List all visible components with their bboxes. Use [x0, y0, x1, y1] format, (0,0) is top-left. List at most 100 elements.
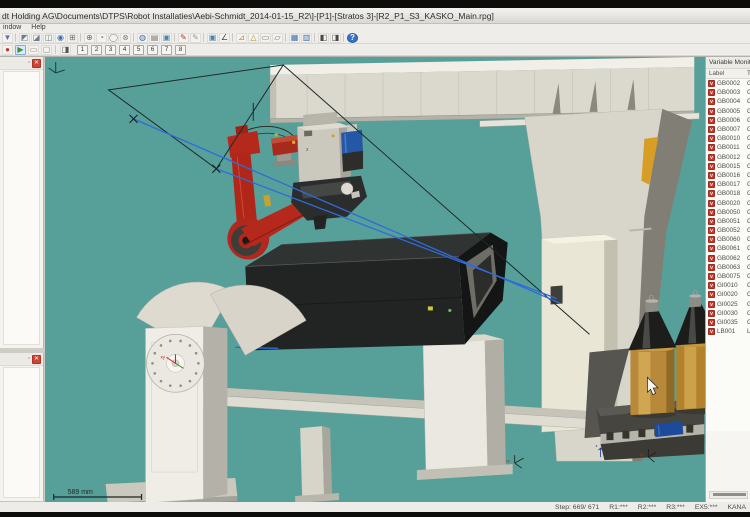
program-slot-button[interactable]: 8: [175, 45, 186, 55]
variable-row[interactable]: V GB0063 G: [706, 263, 750, 272]
program-slot-button[interactable]: 4: [119, 45, 130, 55]
status-item: R3:***: [666, 504, 685, 511]
scrollbar-thumb[interactable]: [713, 493, 746, 496]
variable-row[interactable]: V GB0011 G: [706, 143, 750, 152]
measure-icon[interactable]: ⊿: [236, 33, 247, 43]
view-sphere-icon[interactable]: ◍: [137, 33, 148, 43]
workpiece-marker-green: [448, 309, 451, 312]
toolbar-simulation: ●▶▭▢ ◨ 12345678: [0, 44, 750, 56]
zoom-in-icon[interactable]: ⊗: [120, 33, 131, 43]
variable-label: GB0018: [717, 190, 740, 197]
snap-icon[interactable]: △: [248, 33, 259, 43]
edit-red-icon[interactable]: ✎: [178, 33, 189, 43]
duplicate-icon[interactable]: ▣: [207, 33, 218, 43]
variable-row[interactable]: V GB0075 G: [706, 272, 750, 281]
variable-icon: V: [708, 117, 715, 124]
program-slot-button[interactable]: 1: [77, 45, 88, 55]
variable-row[interactable]: V GB0012 G: [706, 153, 750, 162]
program-slot-button[interactable]: 6: [147, 45, 158, 55]
variable-row[interactable]: V GB0005 G: [706, 107, 750, 116]
variable-label: GI0030: [717, 310, 738, 317]
angle-tool-icon[interactable]: ∠: [219, 33, 230, 43]
window-fit-icon[interactable]: ⊞: [67, 33, 78, 43]
variable-row[interactable]: V GB0052 G: [706, 226, 750, 235]
close-icon[interactable]: ✕: [32, 355, 41, 364]
variable-row[interactable]: V GB0051 G: [706, 217, 750, 226]
export-icon[interactable]: ◧: [318, 33, 329, 43]
globe-view-icon[interactable]: ◉: [55, 33, 66, 43]
variable-row[interactable]: V GI0010 G: [706, 281, 750, 290]
variable-row[interactable]: V GB0002 G: [706, 79, 750, 88]
rotate-view-icon[interactable]: ◔: [96, 33, 107, 43]
frame-icon[interactable]: ▭: [260, 33, 271, 43]
variable-row[interactable]: V GB0061 G: [706, 244, 750, 253]
table-icon[interactable]: ▦: [289, 33, 300, 43]
left-panel-top: ▫ ✕: [0, 57, 44, 348]
scene-3d: xy: [45, 57, 705, 502]
left-panel-bottom-body: [3, 367, 40, 498]
variable-row[interactable]: V GB0050 G: [706, 208, 750, 217]
variable-icon: V: [708, 163, 715, 170]
window-new-icon[interactable]: ◨: [330, 33, 341, 43]
pan-icon[interactable]: ⊕: [84, 33, 95, 43]
panel-dock-icon[interactable]: ▫: [28, 355, 30, 363]
program-slot-button[interactable]: 5: [133, 45, 144, 55]
variable-row[interactable]: V GB0016 G: [706, 171, 750, 180]
viewport-3d[interactable]: xy: [45, 57, 705, 502]
program-slot-button[interactable]: 2: [91, 45, 102, 55]
variable-icon: V: [708, 135, 715, 142]
variable-label: GB0012: [717, 154, 740, 161]
variable-row[interactable]: V GB0004 G: [706, 97, 750, 106]
chart-icon[interactable]: ▥: [301, 33, 312, 43]
variable-label: GB0003: [717, 89, 740, 96]
copy-view-icon[interactable]: ▣: [161, 33, 172, 43]
variable-row[interactable]: V GB0020 G: [706, 198, 750, 207]
variable-row[interactable]: V GI0025 G: [706, 300, 750, 309]
variable-row[interactable]: V GB0006 G: [706, 116, 750, 125]
variable-row[interactable]: V GB0010 G: [706, 134, 750, 143]
close-icon[interactable]: ✕: [32, 59, 41, 68]
variable-row[interactable]: V GI0035 G: [706, 318, 750, 327]
menu-item[interactable]: indow: [3, 24, 21, 32]
step-mode-icon[interactable]: ▭: [28, 45, 39, 55]
variable-row[interactable]: V GB0018 G: [706, 189, 750, 198]
filter-icon[interactable]: ▼: [2, 33, 13, 43]
variable-row[interactable]: V GB0007 G: [706, 125, 750, 134]
play-button[interactable]: ▶: [15, 45, 26, 55]
variable-row[interactable]: V GB0003 G: [706, 88, 750, 97]
variable-icon: V: [708, 172, 715, 179]
variable-icon: V: [708, 154, 715, 161]
help-icon[interactable]: ?: [347, 33, 358, 43]
variable-row[interactable]: V GB0017 G: [706, 180, 750, 189]
variable-row[interactable]: V GB0015 G: [706, 162, 750, 171]
horizontal-scrollbar[interactable]: [709, 491, 748, 499]
variable-icon: V: [708, 209, 715, 216]
variable-icon: V: [708, 126, 715, 133]
pose-front-icon[interactable]: ◩: [19, 33, 30, 43]
zoom-out-icon[interactable]: ◯: [108, 33, 119, 43]
variable-label: GI0010: [717, 282, 738, 289]
variable-row[interactable]: V GI0020 G: [706, 290, 750, 299]
variable-label: GB0061: [717, 245, 740, 252]
view-window-icon[interactable]: ▤: [149, 33, 160, 43]
variable-label: GB0020: [717, 200, 740, 207]
program-slot-button[interactable]: 3: [105, 45, 116, 55]
pose-side-icon[interactable]: ◫: [43, 33, 54, 43]
edit-gray-icon[interactable]: ✎: [190, 33, 201, 43]
record-button[interactable]: ●: [2, 45, 13, 55]
status-item: R2:***: [638, 504, 657, 511]
column-label[interactable]: Label: [709, 70, 724, 77]
program-slot-button[interactable]: 7: [161, 45, 172, 55]
trace-icon[interactable]: ▱: [272, 33, 283, 43]
variable-row[interactable]: V GB0062 G: [706, 254, 750, 263]
robot-select-icon[interactable]: ◨: [60, 45, 71, 55]
variable-row[interactable]: V GI0030 G: [706, 309, 750, 318]
variable-row[interactable]: V LB001 L: [706, 327, 750, 336]
copy-program-icon[interactable]: ▢: [41, 45, 52, 55]
title-bar: dt Holding AG\Documents\DTPS\Robot Insta…: [0, 8, 750, 24]
left-panel-top-header: ▫ ✕: [0, 57, 43, 70]
pose-top-icon[interactable]: ◪: [31, 33, 42, 43]
menu-item[interactable]: Help: [31, 24, 45, 32]
panel-dock-icon[interactable]: ▫: [28, 59, 30, 67]
variable-row[interactable]: V GB0060 G: [706, 235, 750, 244]
